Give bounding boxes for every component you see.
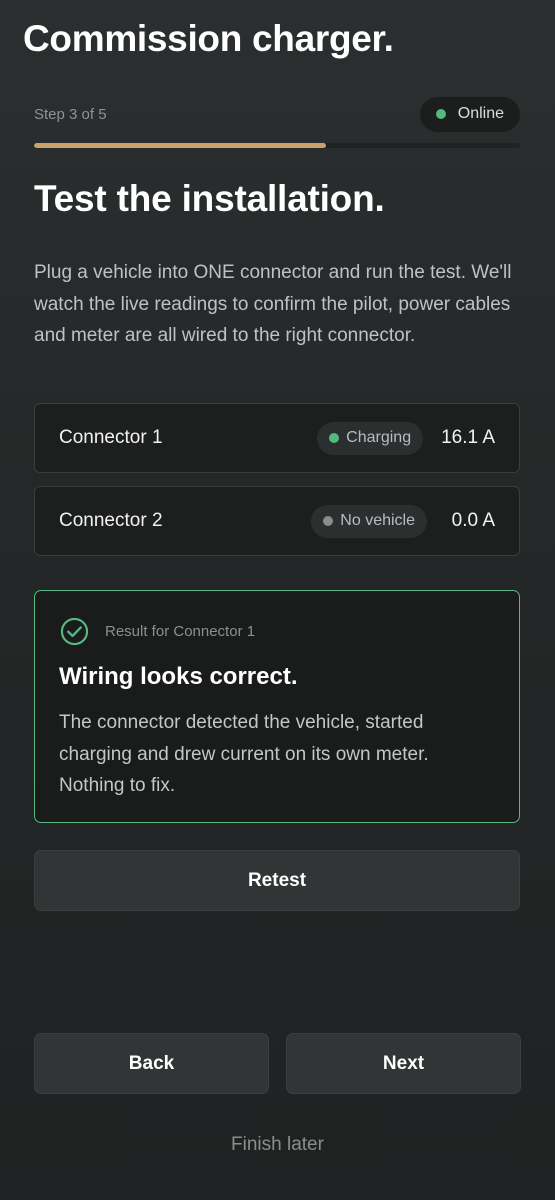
result-title: Wiring looks correct.: [59, 663, 298, 690]
result-label: Result for Connector 1: [105, 623, 256, 640]
finish-later-link[interactable]: Finish later: [0, 1134, 555, 1156]
test-result-card: Result for Connector 1 Wiring looks corr…: [34, 590, 520, 823]
connector-status-badge: Charging: [317, 421, 424, 455]
back-button[interactable]: Back: [34, 1033, 269, 1094]
next-button[interactable]: Next: [286, 1033, 521, 1094]
step-indicator: Step 3 of 5: [34, 105, 107, 123]
connector-current-reading: 0.0 A: [451, 510, 495, 531]
status-dot-icon: [323, 516, 334, 526]
connector-status-label: No vehicle: [340, 512, 415, 529]
progress-bar: [34, 143, 520, 148]
status-dot-icon: [329, 433, 340, 443]
result-description: The connector detected the vehicle, star…: [59, 712, 429, 796]
online-status-badge: Online: [419, 96, 520, 132]
section-heading: Test the installation.: [34, 178, 385, 219]
retest-button[interactable]: Retest: [34, 850, 520, 911]
connector-row-2: Connector 2 No vehicle 0.0 A: [34, 486, 520, 556]
connector-name: Connector 2: [59, 510, 163, 531]
connector-status-badge: No vehicle: [311, 504, 427, 538]
progress-bar-fill: [34, 143, 326, 148]
connector-status-label: Charging: [346, 429, 412, 446]
step-row: Step 3 of 5 Online: [34, 96, 520, 132]
connector-name: Connector 1: [59, 427, 163, 448]
connector-row-1: Connector 1 Charging 16.1 A: [34, 403, 520, 473]
result-header: Result for Connector 1: [60, 617, 255, 646]
page-title: Commission charger.: [23, 18, 394, 59]
connector-current-reading: 16.1 A: [441, 427, 495, 448]
online-status-label: Online: [457, 105, 504, 122]
check-circle-icon: [60, 617, 89, 646]
status-dot-icon: [435, 109, 446, 119]
instructions-text: Plug a vehicle into ONE connector and ru…: [34, 262, 512, 346]
